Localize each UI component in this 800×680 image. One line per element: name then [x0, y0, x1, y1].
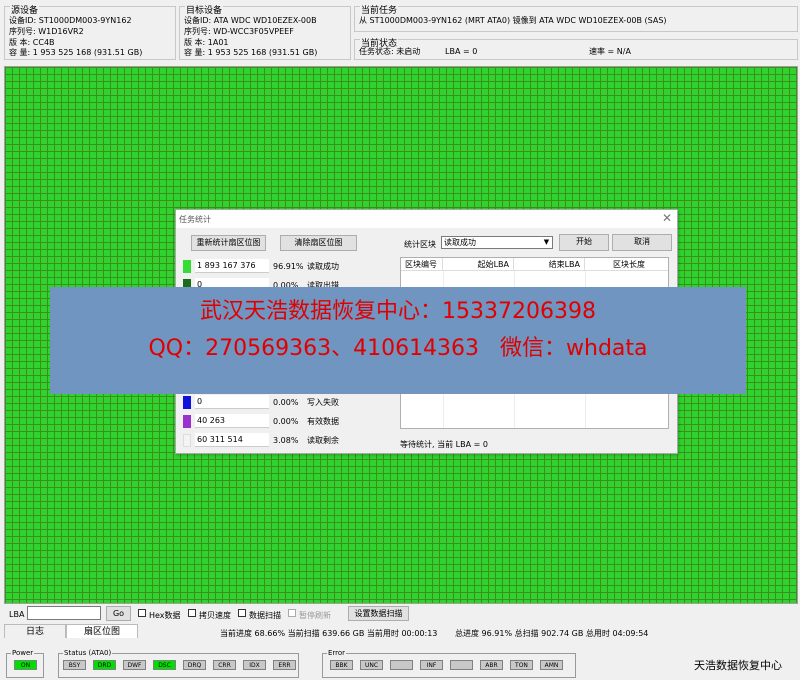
stat-block-label: 统计区块 [404, 240, 436, 249]
stat-percent: 3.08% [273, 436, 299, 445]
target-device-group: 目标设备 设备ID: ATA WDC WD10EZEX-00B 序列号: WD-… [179, 6, 351, 60]
copy-speed-label: 拷贝速度 [199, 611, 231, 620]
read-remaining-swatch [183, 434, 191, 447]
target-device-title: 目标设备 [185, 6, 224, 16]
stat-label: 读取成功 [307, 262, 339, 271]
stat-read-success: 1 893 167 376 96.91% 读取成功 [183, 259, 383, 277]
current-status-group: 当前状态 任务状态: 未启动 LBA = 0 速率 = N/A [354, 39, 798, 60]
error-panel: Error BBK UNC INF ABR TON AMN [322, 649, 576, 678]
stat-block-select[interactable]: 读取成功 ▼ [441, 236, 553, 249]
error-led-inf: INF [420, 660, 443, 670]
column-header-end-lba[interactable]: 结束LBA [514, 258, 585, 271]
stat-valid-data: 40 263 0.00% 有效数据 [183, 414, 383, 432]
column-header-block-length[interactable]: 区块长度 [585, 258, 668, 271]
lba-input[interactable] [27, 606, 101, 620]
status-led-crr: CRR [213, 660, 236, 670]
status-led-drd: DRD [93, 660, 116, 670]
status-led-drq: DRQ [183, 660, 206, 670]
watermark-line-2: QQ：270569363、410614363 微信：whdata [148, 336, 648, 361]
lba-readout: LBA = 0 [445, 47, 478, 56]
current-progress: 当前进度 68.66% 当前扫描 639.66 GB 当前用时 00:00:13 [220, 629, 438, 638]
stat-percent: 96.91% [273, 262, 304, 271]
status-led-err: ERR [273, 660, 296, 670]
stat-block-selected: 读取成功 [444, 238, 476, 247]
current-task-title: 当前任务 [360, 6, 399, 16]
tab-log[interactable]: 日志 [4, 624, 66, 638]
footer-brand: 天浩数据恢复中心 [694, 659, 782, 672]
ata-status-label: Status (ATA0) [63, 649, 113, 657]
current-task-description: 从 ST1000DM003-9YN162 (MRT ATA0) 镜像到 ATA … [359, 16, 667, 25]
watermark-line-1: 武汉天浩数据恢复中心：15337206398 [200, 299, 596, 324]
stat-value: 0 [195, 395, 269, 409]
target-serial: 序列号: WD-WCC3F05VPEEF [184, 27, 294, 36]
hex-data-label: Hex数据 [149, 611, 181, 620]
target-firmware: 版 本: 1A01 [184, 38, 229, 47]
column-header-block-id[interactable]: 区块编号 [401, 258, 443, 271]
data-scan-label: 数据扫描 [249, 611, 281, 620]
go-button[interactable]: Go [106, 606, 131, 621]
ata-status-panel: Status (ATA0) BSY DRD DWF DSC DRQ CRR ID… [58, 649, 299, 678]
power-led: ON [14, 660, 37, 670]
error-led-blank-1 [390, 660, 413, 670]
dialog-footer-status: 等待统计, 当前 LBA = 0 [400, 440, 488, 449]
error-label: Error [327, 649, 347, 657]
read-success-swatch [183, 260, 191, 273]
error-led-abr: ABR [480, 660, 503, 670]
total-progress: 总进度 96.91% 总扫描 902.74 GB 总用时 04:09:54 [455, 629, 649, 638]
valid-data-swatch [183, 415, 191, 428]
stat-percent: 0.00% [273, 398, 299, 407]
set-data-scan-button[interactable]: 设置数据扫描 [348, 606, 409, 621]
clear-bitmap-button[interactable]: 清除扇区位图 [280, 235, 357, 251]
stat-write-failed: 0 0.00% 写入失败 [183, 395, 383, 413]
stat-label: 读取剩余 [307, 436, 339, 445]
lba-input-label: LBA [9, 610, 25, 619]
copy-speed-checkbox[interactable] [188, 609, 196, 617]
task-state: 任务状态: 未启动 [359, 47, 421, 56]
data-scan-checkbox[interactable] [238, 609, 246, 617]
pause-refresh-label: 暂停刷新 [299, 611, 331, 620]
hex-data-checkbox[interactable] [138, 609, 146, 617]
speed-readout: 速率 = N/A [589, 47, 631, 56]
error-led-unc: UNC [360, 660, 383, 670]
contact-watermark-banner: 武汉天浩数据恢复中心：15337206398 QQ：270569363、4106… [50, 287, 746, 394]
error-led-blank-2 [450, 660, 473, 670]
error-led-ton: TON [510, 660, 533, 670]
cancel-button[interactable]: 取消 [612, 234, 672, 251]
source-device-group: 源设备 设备ID: ST1000DM003-9YN162 序列号: W1D16V… [4, 6, 176, 60]
source-model: 设备ID: ST1000DM003-9YN162 [9, 16, 132, 25]
source-device-title: 源设备 [10, 6, 40, 16]
write-failed-swatch [183, 396, 191, 409]
source-serial: 序列号: W1D16VR2 [9, 27, 84, 36]
stat-read-remaining: 60 311 514 3.08% 读取剩余 [183, 433, 383, 451]
start-button[interactable]: 开始 [559, 234, 609, 251]
status-led-bsy: BSY [63, 660, 86, 670]
tab-sector-bitmap[interactable]: 扇区位图 [66, 624, 138, 638]
target-capacity: 容 量: 1 953 525 168 (931.51 GB) [184, 48, 318, 57]
dialog-title: 任务统计 [179, 215, 211, 224]
stat-value: 60 311 514 [195, 433, 269, 447]
chevron-down-icon: ▼ [543, 238, 550, 246]
stat-percent: 0.00% [273, 417, 299, 426]
error-led-amn: AMN [540, 660, 563, 670]
dialog-titlebar: 任务统计 ✕ [176, 210, 677, 228]
stat-label: 写入失败 [307, 398, 339, 407]
stat-label: 有效数据 [307, 417, 339, 426]
current-task-group: 当前任务 从 ST1000DM003-9YN162 (MRT ATA0) 镜像到… [354, 6, 798, 32]
source-capacity: 容 量: 1 953 525 168 (931.51 GB) [9, 48, 143, 57]
recount-bitmap-button[interactable]: 重新统计扇区位图 [191, 235, 266, 251]
status-led-idx: IDX [243, 660, 266, 670]
power-label: Power [11, 649, 35, 657]
error-led-bbk: BBK [330, 660, 353, 670]
column-header-start-lba[interactable]: 起始LBA [443, 258, 514, 271]
status-led-dsc: DSC [153, 660, 176, 670]
status-led-dwf: DWF [123, 660, 146, 670]
close-icon[interactable]: ✕ [662, 211, 672, 225]
pause-refresh-checkbox[interactable] [288, 609, 296, 617]
stat-value: 40 263 [195, 414, 269, 428]
stat-value: 1 893 167 376 [195, 259, 269, 273]
power-panel: Power ON [6, 649, 44, 678]
target-model: 设备ID: ATA WDC WD10EZEX-00B [184, 16, 317, 25]
source-firmware: 版 本: CC4B [9, 38, 55, 47]
